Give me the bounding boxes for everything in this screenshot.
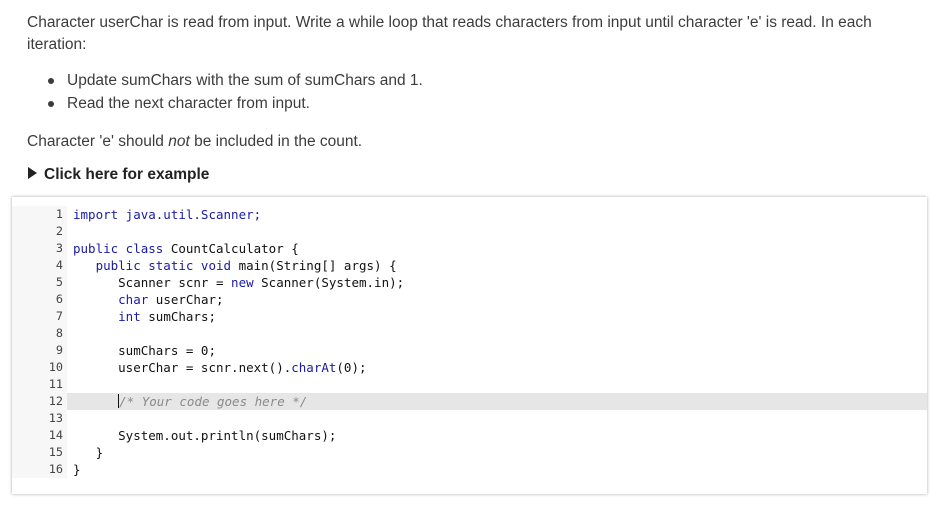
code-token: new [231,275,262,290]
triangle-right-icon [28,167,37,179]
note-emphasis: not [168,133,190,150]
code-line[interactable]: public static void main(String[] args) { [67,257,927,274]
code-text-area[interactable]: import java.util.Scanner; public class C… [67,206,927,478]
line-number: 3 [55,241,63,255]
code-line[interactable]: public class CountCalculator { [67,240,927,257]
code-line[interactable]: } [67,444,927,461]
code-line[interactable]: int sumChars; [67,308,927,325]
code-line[interactable]: userChar = scnr.next().charAt(0); [67,359,927,376]
line-number: 10 [48,360,63,374]
code-line[interactable]: char userChar; [67,291,927,308]
line-number: 1 [55,207,63,221]
code-line[interactable]: sumChars = 0; [67,342,927,359]
line-number: 15 [48,445,63,459]
code-token: int [73,309,149,324]
code-token: import java.util.Scanner; [73,207,262,222]
list-item: Update sumChars with the sum of sumChars… [48,70,423,93]
code-token: userChar; [155,292,224,307]
line-number-gutter: 1 2 3 4 5 6 7 8 9 10 11 12 13 14 15 16 [12,206,67,478]
code-line[interactable]: import java.util.Scanner; [67,206,927,223]
example-toggle-button[interactable]: Click here for example [28,164,209,186]
example-toggle-label: Click here for example [44,166,210,183]
code-editor[interactable]: 1 2 3 4 5 6 7 8 9 10 11 12 13 14 15 16 import java.util… [12,197,927,494]
code-token: System.out.println(sumChars); [73,428,337,443]
code-line[interactable] [67,223,927,240]
code-token: (0); [336,360,367,375]
code-token: userChar = scnr.next(). [73,360,292,375]
code-token: public class [73,241,171,256]
line-number: 6 [55,292,63,306]
code-token: charAt [291,360,337,375]
note-text: Character 'e' should not be included in … [27,131,362,153]
instruction-list: Update sumChars with the sum of sumChars… [48,70,423,116]
code-token: char [73,292,156,307]
line-number: 8 [55,326,63,340]
list-item: Read the next character from input. [48,93,423,116]
line-number: 2 [55,224,63,238]
code-token: public static void [73,258,239,273]
line-number: 9 [55,343,63,357]
code-line[interactable]: } [67,461,927,478]
code-line[interactable]: /* Your code goes here */ [67,393,927,410]
code-token: } [73,445,104,460]
code-token: sumChars = 0; [73,343,216,358]
code-line[interactable] [67,325,927,342]
line-number: 7 [55,309,63,323]
code-token: sumChars; [148,309,216,324]
code-token: } [73,462,81,477]
prompt-paragraph: Character userChar is read from input. W… [27,14,872,53]
note-end: be included in the count. [189,133,363,150]
code-line[interactable] [67,376,927,393]
line-number: 12 [48,394,63,408]
code-line[interactable]: System.out.println(sumChars); [67,427,927,444]
code-token: /* Your code goes here */ [119,394,308,409]
note-start: Character 'e' should [27,133,169,150]
line-number: 13 [48,411,63,425]
code-line[interactable]: Scanner scnr = new Scanner(System.in); [67,274,927,291]
line-number: 16 [48,462,63,476]
code-token: Scanner scnr = [73,275,232,290]
prompt-text: Character userChar is read from input. W… [27,12,907,56]
line-number: 4 [55,258,63,272]
code-line[interactable] [67,410,927,427]
code-token: main(String[] args) { [238,258,397,273]
line-number: 5 [55,275,63,289]
code-token: Scanner(System.in); [261,275,405,290]
code-token: CountCalculator { [170,241,299,256]
line-number: 14 [48,428,63,442]
line-number: 11 [48,377,63,391]
